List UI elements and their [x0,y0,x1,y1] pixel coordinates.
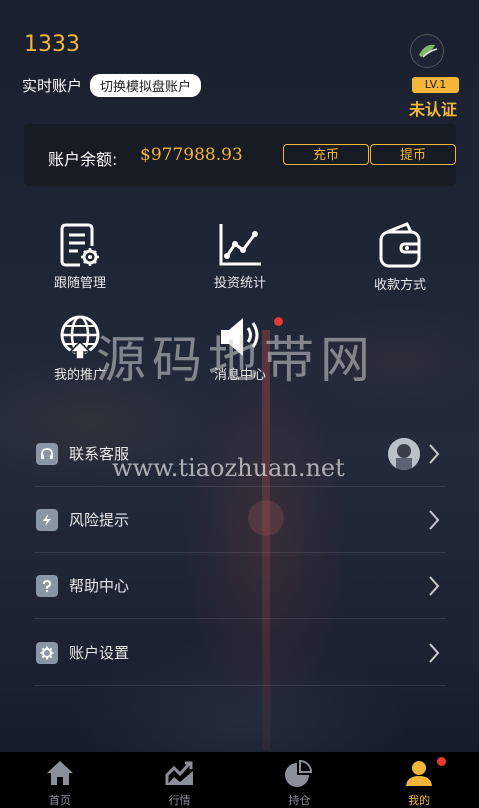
question-icon [36,575,58,597]
balance-value: $977988.93 [140,145,243,165]
user-id: 1333 [24,32,80,57]
message-unread-dot [274,317,283,326]
grid-item-label: 跟随管理 [53,276,106,291]
home-icon [46,761,73,785]
tab-label: 行情 [168,794,191,807]
balance-label: 账户余额: [48,150,118,169]
speaker-icon [221,318,259,356]
menu-item-contact-service[interactable]: 联系客服 [34,421,446,487]
avatar[interactable] [410,34,444,68]
menu-item-account-settings[interactable]: 账户设置 [34,620,446,686]
grid-item-my-promotion[interactable]: 我的推广 [30,314,130,383]
tab-positions[interactable]: 持仓 [240,752,360,808]
chevron-right-icon [429,643,440,663]
pie-chart-icon [285,759,313,787]
switch-demo-account-button[interactable]: 切换模拟盘账户 [90,74,202,97]
tab-home[interactable]: 首页 [0,752,120,808]
avatar-image-icon [419,44,438,58]
grid-item-follow-management[interactable]: 跟随管理 [30,222,130,291]
grid-item-label: 消息中心 [213,368,266,383]
line-chart-icon [219,224,261,266]
tab-label: 持仓 [288,794,311,807]
tab-label: 首页 [48,794,71,807]
grid-item-label: 投资统计 [213,276,266,291]
menu-item-label: 账户设置 [69,644,130,662]
tab-label: 我的 [408,794,431,807]
menu-item-label: 风险提示 [69,511,130,529]
tab-notification-dot [437,757,447,766]
withdraw-button[interactable]: 提币 [370,144,456,165]
verify-status[interactable]: 未认证 [409,96,457,120]
account-type-label: 实时账户 [22,77,83,95]
bottom-tab-bar: 首页 行情 持仓 我的 [0,752,479,808]
grid-item-investment-stats[interactable]: 投资统计 [190,222,290,291]
headset-icon [36,443,58,465]
document-gear-icon [60,223,99,267]
service-agent-avatar [388,438,420,470]
grid-item-label: 收款方式 [373,278,426,293]
level-badge: LV.1 [412,77,459,93]
menu-item-risk-warning[interactable]: 风险提示 [34,487,446,553]
chevron-right-icon [429,576,440,596]
lightning-icon [36,509,58,531]
globe-share-icon [60,315,100,360]
tab-mine[interactable]: 我的 [359,752,479,808]
gear-icon [36,642,58,664]
wallet-icon [379,222,421,268]
menu-item-label: 联系客服 [69,445,130,463]
menu-item-label: 帮助中心 [69,577,130,595]
account-row: 实时账户 切换模拟盘账户 [22,74,202,97]
chevron-right-icon [429,510,440,530]
grid-item-label: 我的推广 [53,368,106,383]
tab-market[interactable]: 行情 [120,752,240,808]
chevron-right-icon [429,444,440,464]
balance-card: 账户余额: $977988.93 充币 提币 [24,124,456,186]
menu-item-help-center[interactable]: 帮助中心 [34,553,446,619]
charge-button[interactable]: 充币 [283,144,369,165]
market-chart-icon [165,761,193,785]
user-icon [406,761,433,786]
grid-item-payment-method[interactable]: 收款方式 [350,222,450,293]
